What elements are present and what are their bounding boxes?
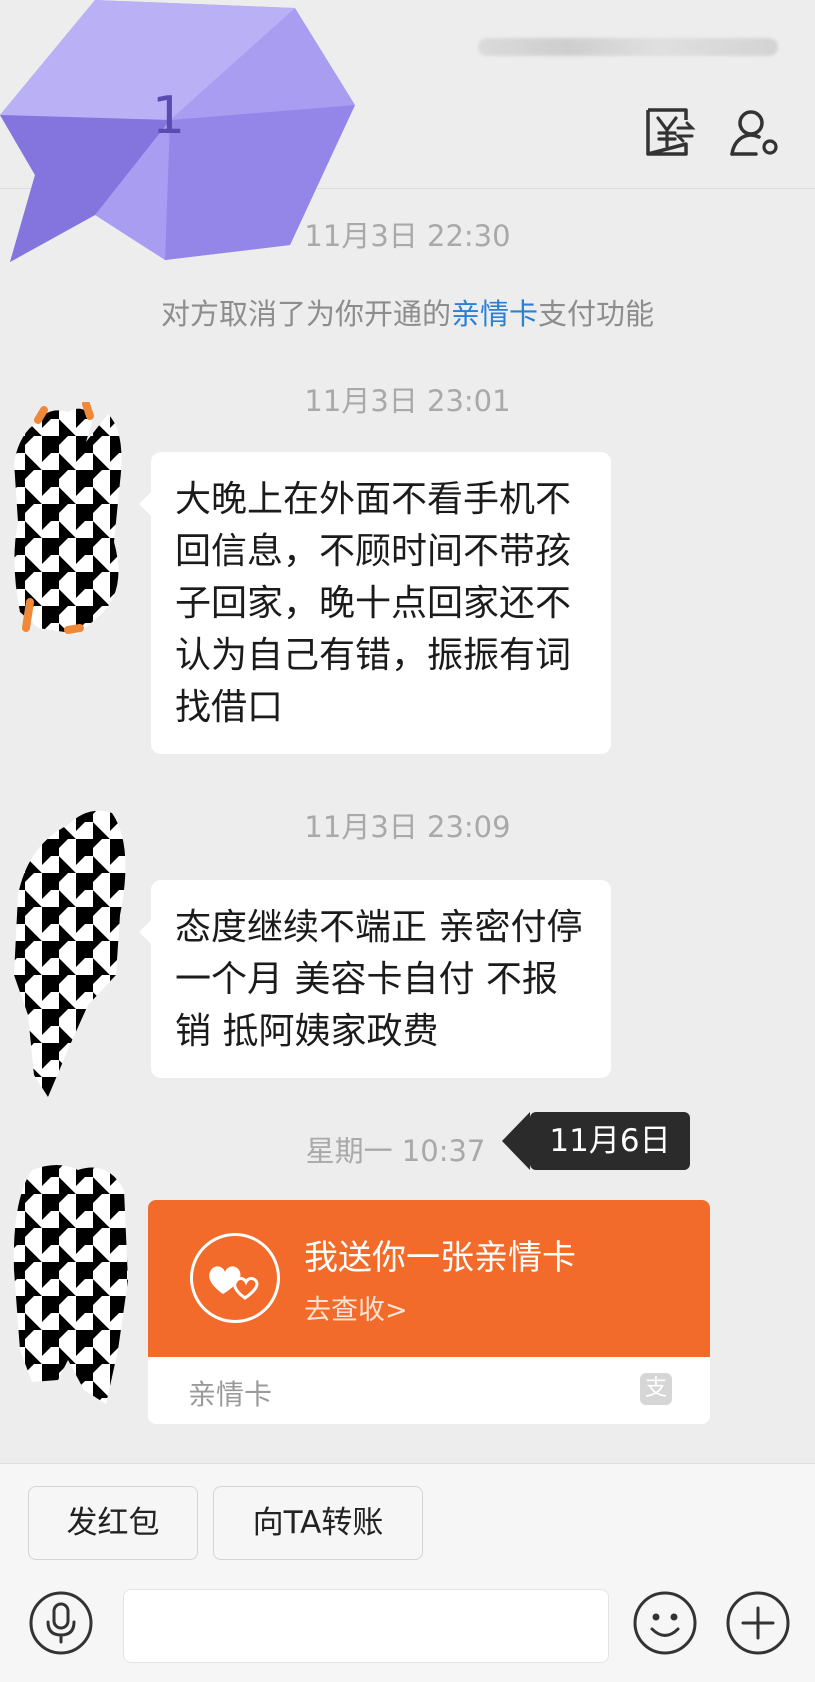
avatar[interactable]	[8, 400, 132, 642]
family-card-banner: 我送你一张亲情卡 去查收>	[148, 1200, 710, 1357]
timestamp: 11月3日 22:30	[304, 219, 511, 253]
alipay-icon: 支	[640, 1373, 672, 1405]
message-line: 回信息，不顾时间不带孩	[175, 531, 572, 572]
status-bar-blurred	[478, 38, 778, 56]
family-card-title: 我送你一张亲情卡	[304, 1238, 576, 1278]
system-message-text: 对方取消了为你开通的	[160, 297, 451, 331]
message-line: 销 抵阿姨家政费	[175, 1011, 439, 1052]
message-bubble[interactable]: 态度继续不端正 亲密付停 一个月 美容卡自付 不报 销 抵阿姨家政费	[139, 880, 611, 1078]
family-card-claim-link[interactable]: 去查收>	[304, 1288, 408, 1327]
family-card-link[interactable]: 亲情卡	[451, 297, 538, 331]
input-toolbar: 发红包 向TA转账	[0, 1463, 815, 1682]
emoji-icon[interactable]	[632, 1590, 698, 1656]
family-card-label: 亲情卡	[188, 1378, 273, 1411]
avatar[interactable]	[8, 1160, 132, 1410]
unread-count: 1	[152, 86, 186, 146]
hearts-icon	[190, 1233, 280, 1323]
date-tooltip: 11月6日	[502, 1112, 690, 1170]
transfer-to-ta-button[interactable]: 向TA转账	[213, 1486, 423, 1560]
message-line: 找借口	[175, 687, 284, 728]
message-line: 大晚上在外面不看手机不	[175, 479, 572, 520]
message-line: 子回家，晚十点回家还不	[175, 583, 572, 624]
person-settings-icon[interactable]	[726, 104, 782, 160]
system-message: 对方取消了为你开通的亲情卡支付功能	[0, 291, 815, 333]
yuan-transfer-icon[interactable]	[640, 104, 696, 160]
family-card-footer: 亲情卡 支	[148, 1357, 710, 1424]
voice-icon[interactable]	[28, 1590, 94, 1656]
avatar[interactable]	[8, 805, 132, 1100]
family-card-message[interactable]: 我送你一张亲情卡 去查收> 亲情卡 支	[148, 1200, 710, 1424]
message-bubble[interactable]: 大晚上在外面不看手机不 回信息，不顾时间不带孩 子回家，晚十点回家还不 认为自己…	[139, 452, 611, 754]
red-packet-button[interactable]: 发红包	[28, 1486, 198, 1560]
message-line: 态度继续不端正 亲密付停	[175, 907, 583, 948]
message-input[interactable]	[123, 1589, 609, 1663]
message-line: 一个月 美容卡自付 不报	[175, 959, 558, 1000]
plus-icon[interactable]	[725, 1590, 791, 1656]
system-message-text: 支付功能	[538, 297, 655, 331]
message-line: 认为自己有错，振振有词	[175, 635, 572, 676]
